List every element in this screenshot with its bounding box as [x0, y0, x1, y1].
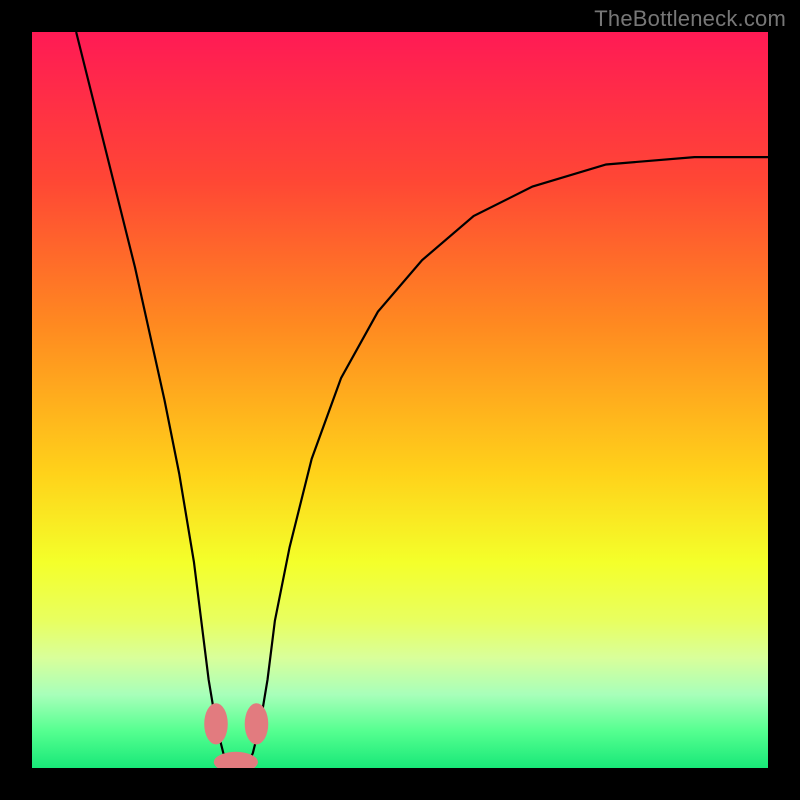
valley-left	[204, 703, 228, 744]
valley-right	[245, 703, 269, 744]
chart-svg	[32, 32, 768, 768]
chart-background	[32, 32, 768, 768]
chart-frame: TheBottleneck.com	[0, 0, 800, 800]
plot-area	[32, 32, 768, 768]
watermark-text: TheBottleneck.com	[594, 6, 786, 32]
